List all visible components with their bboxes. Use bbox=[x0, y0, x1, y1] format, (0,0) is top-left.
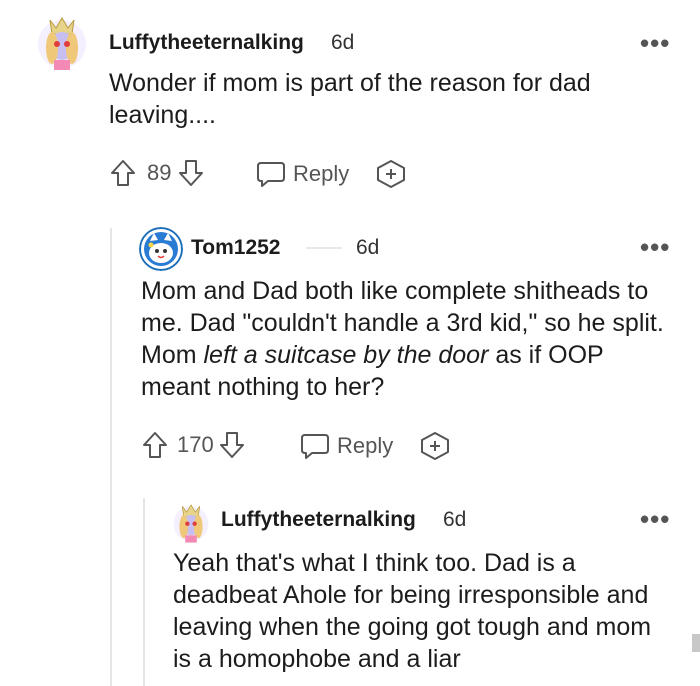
award-icon bbox=[375, 159, 407, 189]
timestamp: 6d bbox=[331, 31, 355, 54]
scrollbar-thumb[interactable] bbox=[692, 634, 700, 652]
username[interactable]: Tom1252 bbox=[191, 236, 281, 260]
comment-bubble-icon bbox=[299, 431, 331, 461]
avatar-image bbox=[173, 504, 209, 543]
vote-count: 170 bbox=[177, 432, 214, 457]
avatar[interactable] bbox=[139, 227, 183, 271]
thread-line[interactable] bbox=[143, 498, 145, 686]
timestamp: 6d bbox=[443, 508, 467, 531]
user-flair bbox=[306, 247, 342, 249]
more-options-icon[interactable]: ••• bbox=[640, 234, 670, 260]
avatar-image bbox=[38, 17, 86, 70]
reply-button[interactable]: Reply bbox=[255, 159, 349, 189]
comment-text: Wonder if mom is part of the reason for … bbox=[109, 69, 591, 129]
reply-label: Reply bbox=[293, 161, 350, 186]
downvote-icon[interactable] bbox=[177, 158, 205, 188]
vote-bar: 89 bbox=[109, 158, 205, 188]
vote-bar: 170 bbox=[141, 430, 246, 460]
award-icon bbox=[419, 431, 451, 461]
upvote-icon[interactable] bbox=[109, 158, 137, 188]
username[interactable]: Luffytheeternalking bbox=[109, 31, 304, 55]
username[interactable]: Luffytheeternalking bbox=[221, 508, 416, 532]
thread-line[interactable] bbox=[110, 228, 112, 686]
award-button[interactable] bbox=[419, 431, 451, 461]
vote-count: 89 bbox=[147, 160, 172, 185]
comment-bubble-icon bbox=[255, 159, 287, 189]
avatar-image bbox=[139, 227, 183, 271]
award-button[interactable] bbox=[375, 159, 407, 189]
reply-button[interactable]: Reply bbox=[299, 431, 393, 461]
comment-text: Mom and Dad both like complete shitheads… bbox=[141, 275, 676, 403]
more-options-icon[interactable]: ••• bbox=[640, 30, 670, 56]
comment-text-italic: left a suitcase by the door bbox=[203, 341, 489, 369]
avatar[interactable] bbox=[172, 502, 210, 544]
avatar[interactable] bbox=[36, 14, 88, 72]
downvote-icon[interactable] bbox=[218, 430, 246, 460]
more-options-icon[interactable]: ••• bbox=[640, 506, 670, 532]
reply-label: Reply bbox=[337, 433, 394, 458]
upvote-icon[interactable] bbox=[141, 430, 169, 460]
timestamp: 6d bbox=[356, 236, 380, 259]
comment-text: Yeah that's what I think too. Dad is a d… bbox=[173, 549, 652, 673]
